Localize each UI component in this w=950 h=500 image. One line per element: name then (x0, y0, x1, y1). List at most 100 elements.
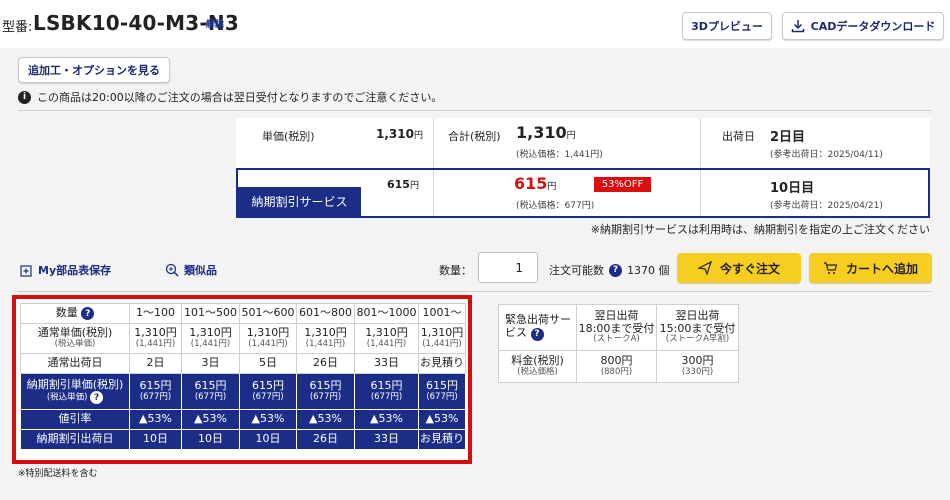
price-tax: (1,441円) (305, 338, 346, 349)
save-parts-link[interactable]: My部品表保存 (20, 262, 111, 278)
normal-ship-cell: 33日 (354, 353, 419, 374)
normal-price-cell: 1,310円 (1,441円) (354, 323, 419, 354)
3d-preview-label: 3Dプレビュー (691, 20, 763, 33)
express-option-title: 翌日出荷 (594, 308, 639, 322)
nouki-ship-cell: 10日 (181, 429, 240, 450)
yen-unit: 円 (413, 131, 423, 141)
options-button[interactable]: 追加工・オプションを見る (18, 57, 170, 83)
nouki-ship-days: 10日目 (770, 181, 815, 196)
ship-date-label: 出荷日 (722, 130, 755, 143)
qty-range: 1～100 (129, 303, 182, 324)
price-tax: (677円) (252, 391, 284, 402)
nouki-price-cell: 615円 (677円) (181, 373, 240, 410)
nouki-price-cell: 615円 (677円) (239, 373, 297, 410)
nouki-service-tag: 納期割引サービス (238, 187, 361, 216)
qty-range: 101～500 (181, 303, 240, 324)
add-to-cart-label: カートへ追加 (845, 261, 918, 276)
buy-now-button[interactable]: 今すぐ注文 (677, 253, 801, 283)
total-tax-incl: (税込価格：1,441円) (516, 150, 603, 160)
express-service-header: 緊急出荷サービス ? (498, 304, 577, 351)
divider (433, 170, 434, 216)
help-icon[interactable]: ? (530, 327, 544, 341)
nouki-ship-cell: 10日 (239, 429, 297, 450)
nouki-price-cell: 615円 (677円) (296, 373, 355, 410)
qty-header: 数量 ? (20, 303, 130, 324)
quantity-label: 数量： (439, 264, 472, 277)
normal-ship-cell: 3日 (181, 353, 240, 374)
normal-price-cell: 1,310円 (1,441円) (129, 323, 182, 354)
express-option-sub: (ストークA早割) (665, 334, 730, 345)
qty-range: 501～600 (239, 303, 297, 324)
express-option[interactable]: 翌日出荷 18:00まで受付 (ストークA) (576, 304, 657, 351)
nouki-price-cell: 615円 (677円) (354, 373, 419, 410)
nouki-unit-price: 615円 (387, 178, 419, 191)
3d-preview-button[interactable]: 3Dプレビュー (682, 12, 772, 40)
express-header-row: 緊急出荷サービス ? 翌日出荷 18:00まで受付 (ストークA) 翌日出荷 15:0… (498, 304, 739, 351)
express-table-wrap: 緊急出荷サービス ? 翌日出荷 18:00まで受付 (ストークA) 翌日出荷 15:0… (498, 304, 739, 383)
price-table: 数量 ? 1～100 101～500 501～600 601～800 801～1… (20, 303, 466, 450)
normal-price-cell: 1,310円 (1,441円) (296, 323, 355, 354)
add-to-cart-button[interactable]: カートへ追加 (809, 253, 932, 283)
nouki-price-header: 納期割引単価(税別) (税込単価) ? (20, 373, 130, 410)
divider (433, 118, 434, 168)
order-notice: i この商品は20:00以降のご注文の場合は翌日受付となりますのでご注意ください… (18, 89, 442, 105)
price-tax: (677円) (194, 391, 227, 402)
divider (700, 118, 701, 168)
express-option[interactable]: 翌日出荷 15:00まで受付 (ストークA早割) (656, 304, 739, 351)
express-fee-cell: 300円 (330円) (656, 350, 739, 383)
yen-unit: 円 (566, 131, 576, 141)
ship-days: 2日目 (770, 130, 806, 145)
normal-price-cell: 1,310円 (1,441円) (418, 323, 466, 354)
total-value: 1,310円 (516, 123, 576, 142)
similar-search-icon (165, 263, 179, 277)
unlink-link[interactable]: 解除 (206, 17, 224, 30)
save-parts-icon (20, 264, 33, 277)
price-summary-normal (236, 118, 930, 168)
express-tax: (330円) (681, 366, 714, 377)
express-fee-header: 料金(税別) (税込価格) (498, 350, 577, 383)
nouki-ship-cell: 33日 (354, 429, 419, 450)
unit-price-value: 1,310円 (376, 127, 423, 141)
normal-price-header: 通常単価(税別) (税込単価) (20, 323, 130, 354)
discount-cell: ▲53% (354, 409, 419, 430)
help-icon[interactable]: ? (90, 391, 104, 405)
nouki-total-number: 615 (514, 174, 548, 193)
discount-cell: ▲53% (181, 409, 240, 430)
divider (18, 291, 932, 292)
price-tax: (1,441円) (190, 338, 231, 349)
normal-price-sub: (税込単価) (54, 338, 96, 349)
price-tax: (677円) (426, 391, 458, 402)
normal-ship-cell: 26日 (296, 353, 355, 374)
normal-price-cell: 1,310円 (1,441円) (239, 323, 297, 354)
price-tax: (677円) (139, 391, 172, 402)
nouki-tax-incl: (税込価格：677円) (516, 201, 595, 211)
similar-label: 類似品 (184, 264, 217, 277)
total-label: 合計(税別) (448, 130, 501, 143)
nouki-ship-cell: 26日 (296, 429, 355, 450)
cad-download-button[interactable]: CADデータダウンロード (782, 12, 944, 40)
normal-price-row: 通常単価(税別) (税込単価) 1,310円 (1,441円) 1,310円 (1,4… (20, 323, 466, 354)
divider (18, 110, 932, 111)
orderable-value: 1370 個 (627, 264, 670, 277)
normal-ship-header: 通常出荷日 (20, 353, 130, 374)
discount-badge: 53%OFF (594, 177, 651, 192)
quantity-input[interactable]: 1 (478, 252, 538, 283)
normal-ship-cell: お見積り (418, 353, 466, 374)
discount-cell: ▲53% (296, 409, 355, 430)
express-tax: (880円) (600, 366, 633, 377)
yen-unit: 円 (547, 182, 557, 192)
divider (700, 170, 701, 216)
footnote: ※特別配送料を含む (18, 469, 98, 479)
help-icon[interactable]: ? (609, 263, 622, 277)
discount-cell: ▲53% (129, 409, 182, 430)
similar-items-link[interactable]: 類似品 (165, 262, 217, 278)
nouki-total: 615円 (514, 174, 556, 193)
orderable-quantity: 注文可能数 ? 1370 個 (549, 262, 670, 278)
help-icon[interactable]: ? (81, 307, 95, 321)
nouki-note: ※納期割引サービスは利用時は、納期割引を指定の上ご注文ください (590, 223, 930, 236)
ship-ref-date: (参考出荷日：2025/04/11) (770, 150, 883, 160)
nouki-unit-number: 615 (387, 178, 410, 191)
notice-text: この商品は20:00以降のご注文の場合は翌日受付となりますのでご注意ください。 (37, 91, 443, 104)
qty-range: 1001～ (418, 303, 466, 324)
qty-range: 801～1000 (354, 303, 419, 324)
